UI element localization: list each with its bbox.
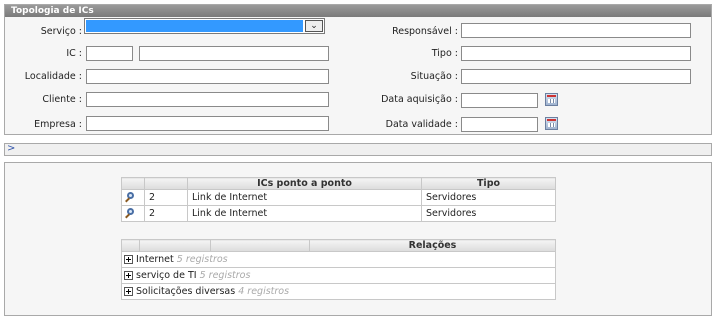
magnifier-icon[interactable]	[124, 207, 136, 220]
row-tipo: Servidores	[421, 205, 556, 222]
localidade-input[interactable]	[86, 69, 329, 84]
row-name: Link de Internet	[187, 205, 422, 222]
list-item[interactable]: Solicitações diversas 4 registros	[121, 283, 556, 300]
chevron-down-icon[interactable]: ⌄	[305, 20, 323, 32]
situacao-input[interactable]	[461, 69, 691, 84]
cliente-label: Cliente :	[42, 94, 82, 105]
servico-selected-value	[86, 20, 303, 32]
panel-title: Topologia de ICs	[5, 5, 711, 17]
rel-count: 4 registros	[238, 286, 290, 297]
header-blank	[210, 239, 310, 252]
empresa-label: Empresa :	[34, 119, 82, 130]
header-blank	[144, 177, 188, 190]
magnifier-icon[interactable]	[124, 191, 136, 204]
data-aquisicao-input[interactable]	[461, 93, 538, 108]
rel-count: 5 registros	[199, 270, 251, 281]
table-row[interactable]: 2 Link de Internet Servidores	[121, 189, 556, 206]
calendar-icon[interactable]	[545, 117, 558, 130]
servico-select[interactable]: ⌄	[84, 18, 325, 34]
ic-table-header: ICs ponto a ponto Tipo	[121, 177, 556, 190]
row-tipo: Servidores	[421, 189, 556, 206]
row-id: 2	[144, 189, 188, 206]
cliente-input[interactable]	[86, 92, 329, 107]
rel-count: 5 registros	[176, 254, 228, 265]
list-item[interactable]: serviço de TI 5 registros	[121, 267, 556, 284]
header-blank	[121, 239, 140, 252]
list-item[interactable]: Internet 5 registros	[121, 251, 556, 268]
empresa-input[interactable]	[86, 116, 329, 131]
calendar-icon[interactable]	[545, 93, 558, 106]
expand-plus-icon[interactable]	[124, 287, 133, 296]
tipo-input[interactable]	[461, 46, 691, 61]
row-id: 2	[144, 205, 188, 222]
header-ics: ICs ponto a ponto	[187, 177, 422, 190]
tipo-label: Tipo :	[431, 48, 458, 59]
header-tipo: Tipo	[421, 177, 556, 190]
data-validade-input[interactable]	[461, 117, 538, 132]
data-aquisicao-label: Data aquisição :	[381, 94, 458, 105]
rel-name: Solicitações diversas	[136, 286, 236, 297]
rel-table-header: Relações	[121, 239, 556, 252]
header-blank	[121, 177, 145, 190]
expand-plus-icon[interactable]	[124, 271, 133, 280]
toggle-bar[interactable]: >	[4, 143, 712, 156]
table-row[interactable]: 2 Link de Internet Servidores	[121, 205, 556, 222]
data-validade-label: Data validade :	[385, 119, 458, 130]
ic-name-input[interactable]	[139, 46, 329, 61]
responsavel-input[interactable]	[461, 23, 691, 38]
rel-name: serviço de TI	[136, 270, 197, 281]
rel-name: Internet	[136, 254, 174, 265]
localidade-label: Localidade :	[24, 71, 82, 82]
expand-plus-icon[interactable]	[124, 255, 133, 264]
situacao-label: Situação :	[410, 71, 458, 82]
row-name: Link de Internet	[187, 189, 422, 206]
header-blank	[139, 239, 211, 252]
ic-label: IC :	[66, 48, 82, 59]
ic-table: ICs ponto a ponto Tipo 2 Link de Interne…	[121, 177, 556, 222]
responsavel-label: Responsável :	[392, 26, 458, 37]
servico-label: Serviço :	[40, 26, 82, 37]
expand-arrow-icon[interactable]: >	[7, 143, 15, 154]
ic-code-input[interactable]	[86, 46, 133, 61]
header-relacoes: Relações	[309, 239, 556, 252]
relacoes-table: Relações Internet 5 registros serviço de…	[121, 239, 556, 300]
